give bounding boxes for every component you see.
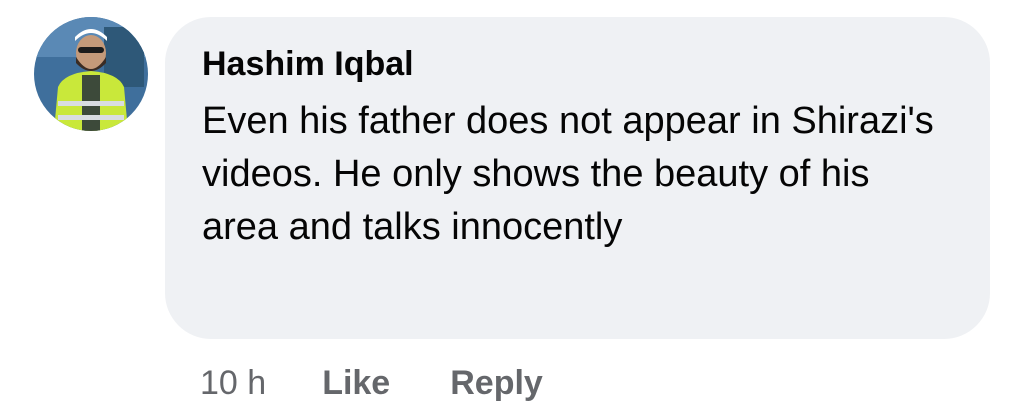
comment-bubble: Hashim Iqbal Even his father does not ap… — [165, 17, 990, 339]
comment-actions: 10 h Like Reply — [200, 361, 543, 405]
like-button[interactable]: Like — [322, 364, 390, 403]
avatar[interactable] — [34, 17, 148, 131]
profile-photo — [34, 17, 148, 131]
comment-timestamp[interactable]: 10 h — [200, 364, 266, 403]
comment-text: Even his father does not appear in Shira… — [202, 100, 934, 248]
comment-author[interactable]: Hashim Iqbal — [202, 44, 954, 84]
reply-button[interactable]: Reply — [450, 364, 543, 403]
